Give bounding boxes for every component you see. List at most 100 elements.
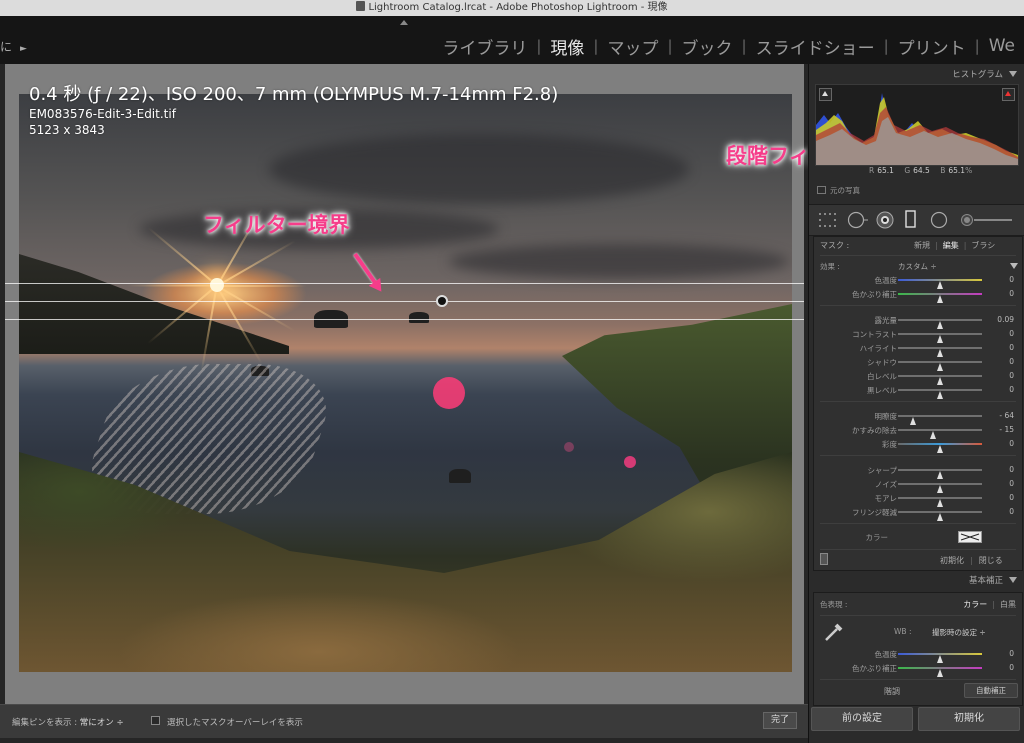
slider-value[interactable]: 0.09 (997, 315, 1014, 324)
mask-enable-switch[interactable] (820, 553, 828, 565)
slider-value[interactable]: 0 (1009, 329, 1014, 338)
slider-value[interactable]: 0 (1009, 493, 1014, 502)
slider-knob[interactable] (936, 391, 943, 399)
slider-exposure[interactable]: 露光量 0.09 (814, 313, 1022, 329)
slider-value[interactable]: 0 (1009, 289, 1014, 298)
shadow-clipping-icon[interactable] (819, 88, 832, 101)
mask-brush-button[interactable]: ブラシ (971, 241, 995, 250)
module-book[interactable]: ブック (673, 34, 742, 59)
mask-overlay-checkbox[interactable] (151, 716, 160, 725)
slider-value[interactable]: 0 (1009, 275, 1014, 284)
treatment-bw-button[interactable]: 白黒 (1000, 600, 1016, 609)
slider-track[interactable] (898, 293, 982, 303)
mask-edit-button[interactable]: 編集 (943, 241, 959, 250)
slider-value[interactable]: 0 (1009, 507, 1014, 516)
module-web[interactable]: We (980, 36, 1024, 56)
slider-value[interactable]: 0 (1009, 479, 1014, 488)
slider-moire[interactable]: モアレ 0 (814, 491, 1022, 507)
mask-reset-button[interactable]: 初期化 (940, 556, 964, 565)
play-icon[interactable]: ► (20, 44, 27, 54)
slider-value[interactable]: 0 (1009, 649, 1014, 658)
slider-value[interactable]: 0 (1009, 439, 1014, 448)
spot-removal-icon[interactable] (847, 211, 869, 229)
slider-value[interactable]: 0 (1009, 357, 1014, 366)
slider-track[interactable] (898, 375, 982, 385)
slider-track[interactable] (898, 483, 982, 493)
slider-value[interactable]: - 64 (999, 411, 1014, 420)
collapse-top-panel-icon[interactable] (400, 20, 408, 25)
filter-pin[interactable] (436, 295, 448, 307)
slider-track[interactable] (898, 497, 982, 507)
slider-track[interactable] (898, 429, 982, 439)
collapse-triangle-icon[interactable] (1009, 577, 1017, 583)
highlight-clipping-icon[interactable] (1002, 88, 1015, 101)
slider-track[interactable] (898, 319, 982, 329)
module-slideshow[interactable]: スライドショー (747, 34, 884, 59)
slider-value[interactable]: - 15 (999, 425, 1014, 434)
crop-overlay-icon[interactable] (819, 213, 837, 227)
slider-track[interactable] (898, 667, 982, 677)
color-swatch[interactable] (958, 531, 982, 543)
photo-canvas[interactable]: 0.4 秒 (ƒ / 22)、ISO 200、7 mm (OLYMPUS M.7… (5, 64, 804, 704)
slider-whites[interactable]: 白レベル 0 (814, 369, 1022, 385)
treatment-color-button[interactable]: カラー (963, 600, 987, 609)
slider-dehaze[interactable]: かすみの除去 - 15 (814, 423, 1022, 439)
graduated-filter-top-line[interactable] (5, 283, 804, 284)
graduated-filter-bottom-line[interactable] (5, 319, 804, 320)
slider-knob[interactable] (936, 445, 943, 453)
wb-select[interactable]: 撮影時の設定 ÷ (932, 627, 986, 638)
basic-slider-temp[interactable]: 色温度 0 (814, 647, 1022, 663)
slider-value[interactable]: 0 (1009, 385, 1014, 394)
collapse-triangle-icon[interactable] (1009, 71, 1017, 77)
module-print[interactable]: プリント (889, 34, 975, 59)
adjustment-brush-icon[interactable] (960, 213, 1014, 227)
graduated-filter-center-line[interactable] (5, 301, 804, 302)
module-map[interactable]: マップ (598, 34, 667, 59)
slider-temp[interactable]: 色温度 0 (814, 273, 1022, 289)
red-eye-icon[interactable] (876, 211, 894, 229)
basic-slider-tint[interactable]: 色かぶり補正 0 (814, 661, 1022, 677)
slider-contrast[interactable]: コントラスト 0 (814, 327, 1022, 343)
original-photo-toggle[interactable]: 元の写真 (817, 185, 860, 196)
slider-sharpness[interactable]: シャープ 0 (814, 463, 1022, 479)
slider-defringe[interactable]: フリンジ軽減 0 (814, 505, 1022, 521)
slider-knob[interactable] (936, 669, 943, 677)
show-edit-pins[interactable]: 編集ピンを表示 : 常にオン ÷ (12, 716, 124, 728)
slider-clarity[interactable]: 明瞭度 - 64 (814, 409, 1022, 425)
module-library[interactable]: ライブラリ (433, 34, 536, 59)
slider-highlights[interactable]: ハイライト 0 (814, 341, 1022, 357)
reset-all-button[interactable]: 初期化 (918, 707, 1020, 731)
radial-filter-icon[interactable] (930, 211, 948, 229)
slider-track[interactable] (898, 279, 982, 289)
show-pins-select[interactable]: 常にオン ÷ (80, 718, 124, 728)
histogram-header[interactable]: ヒストグラム (809, 66, 1024, 84)
slider-blacks[interactable]: 黒レベル 0 (814, 383, 1022, 399)
previous-settings-button[interactable]: 前の設定 (811, 707, 913, 731)
slider-track[interactable] (898, 361, 982, 371)
slider-tint[interactable]: 色かぶり補正 0 (814, 287, 1022, 303)
slider-track[interactable] (898, 511, 982, 521)
slider-value[interactable]: 0 (1009, 371, 1014, 380)
slider-track[interactable] (898, 347, 982, 357)
slider-saturation[interactable]: 彩度 0 (814, 437, 1022, 453)
slider-value[interactable]: 0 (1009, 343, 1014, 352)
slider-track[interactable] (898, 443, 982, 453)
slider-value[interactable]: 0 (1009, 663, 1014, 672)
slider-track[interactable] (898, 469, 982, 479)
mask-new-button[interactable]: 新規 (914, 241, 930, 250)
basic-header[interactable]: 基本補正 (809, 572, 1024, 590)
slider-knob[interactable] (936, 513, 943, 521)
done-button[interactable]: 完了 (763, 712, 797, 729)
slider-track[interactable] (898, 653, 982, 663)
graduated-filter-icon[interactable] (905, 210, 917, 230)
white-balance-eyedropper-icon[interactable] (822, 621, 844, 643)
slider-track[interactable] (898, 415, 982, 425)
slider-knob[interactable] (936, 295, 943, 303)
slider-shadows[interactable]: シャドウ 0 (814, 355, 1022, 371)
mask-close-button[interactable]: 閉じる (979, 556, 1003, 565)
photo-image[interactable] (19, 94, 792, 672)
module-develop[interactable]: 現像 (541, 34, 593, 59)
slider-noise[interactable]: ノイズ 0 (814, 477, 1022, 493)
slider-track[interactable] (898, 389, 982, 399)
slider-value[interactable]: 0 (1009, 465, 1014, 474)
